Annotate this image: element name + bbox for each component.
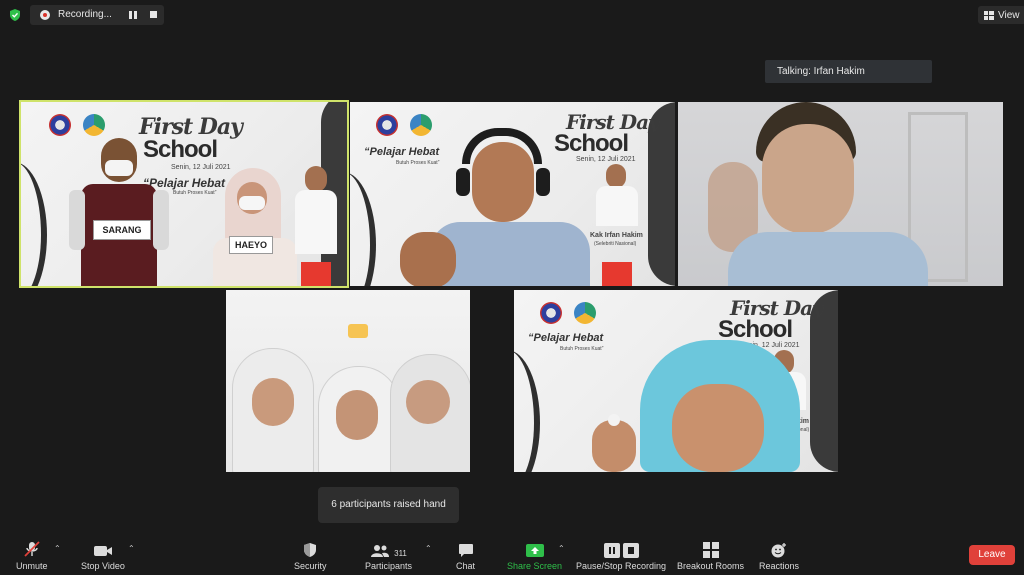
participants-count: 311 xyxy=(394,549,407,558)
stop-recording-icon[interactable] xyxy=(150,11,157,18)
host-cutout xyxy=(293,166,339,256)
stop-video-button[interactable]: Stop Video xyxy=(81,538,125,571)
participants-button[interactable]: 311 Participants xyxy=(365,538,412,571)
banner-decoration xyxy=(350,172,376,286)
participant-figure xyxy=(708,102,938,286)
unmute-label: Unmute xyxy=(16,561,48,571)
mic-muted-icon xyxy=(24,541,40,557)
participant-figure xyxy=(400,128,590,286)
pause-icon xyxy=(603,543,620,558)
school-logo xyxy=(376,114,398,136)
video-tile-participant[interactable] xyxy=(226,290,470,472)
participants-label: Participants xyxy=(365,561,413,571)
video-tile-host[interactable]: First Day School Senin, 12 Juli 2021 “Pe… xyxy=(350,102,675,286)
banner-host-role: (Selebriti Nasional) xyxy=(594,241,637,247)
pause-recording-icon[interactable] xyxy=(128,10,138,20)
chat-button[interactable]: Chat xyxy=(456,538,475,571)
reactions-icon xyxy=(771,543,787,558)
video-tile-participant[interactable]: First Day School Senin, 12 Juli 2021 “Pe… xyxy=(514,290,838,472)
stop-icon xyxy=(622,543,639,558)
banner-red-block xyxy=(301,262,331,286)
unmute-button[interactable]: Unmute xyxy=(16,538,48,571)
view-label: View xyxy=(998,9,1020,21)
view-button[interactable]: View xyxy=(978,6,1024,24)
banner-decoration xyxy=(514,350,540,472)
reactions-label: Reactions xyxy=(759,561,800,571)
pause-stop-recording-button[interactable]: Pause/Stop Recording xyxy=(576,538,666,571)
stop-video-label: Stop Video xyxy=(81,561,125,571)
participants-icon xyxy=(371,545,390,557)
banner-tagline-sub: Butuh Proses Kuat” xyxy=(560,346,604,352)
host-cutout xyxy=(596,164,638,226)
program-logo xyxy=(83,114,105,136)
recording-label: Recording... xyxy=(58,9,112,20)
reactions-button[interactable]: Reactions xyxy=(759,538,799,571)
participant-figure xyxy=(226,348,316,472)
security-shield-icon[interactable] xyxy=(8,8,22,22)
breakout-rooms-button[interactable]: Breakout Rooms xyxy=(677,538,744,571)
chat-icon xyxy=(458,544,473,557)
breakout-rooms-label: Breakout Rooms xyxy=(677,561,745,571)
chevron-up-icon[interactable]: ⌃ xyxy=(54,544,61,553)
talking-indicator: Talking: Irfan Hakim xyxy=(765,60,932,83)
sign-haeyo: HAEYO xyxy=(229,236,273,254)
share-screen-label: Share Screen xyxy=(507,561,563,571)
leave-button[interactable]: Leave xyxy=(969,545,1015,565)
pause-stop-recording-label: Pause/Stop Recording xyxy=(576,561,667,571)
banner-red-block xyxy=(602,262,632,286)
participant-figure xyxy=(207,168,303,286)
sign-sarang: SARANG xyxy=(93,220,151,240)
wall-sticker xyxy=(348,324,368,338)
participant-figure xyxy=(386,354,470,472)
share-screen-icon xyxy=(525,544,544,557)
chevron-up-icon[interactable]: ⌃ xyxy=(558,544,565,553)
security-label: Security xyxy=(294,561,327,571)
chat-label: Chat xyxy=(456,561,476,571)
school-logo xyxy=(49,114,71,136)
school-logo xyxy=(540,302,562,324)
raised-hands-tooltip: 6 participants raised hand xyxy=(318,487,459,523)
grid-view-icon xyxy=(984,10,994,20)
banner-tagline: “Pelajar Hebat xyxy=(528,332,604,344)
breakout-rooms-icon xyxy=(702,542,719,558)
chevron-up-icon[interactable]: ⌃ xyxy=(425,544,432,553)
share-screen-button[interactable]: Share Screen xyxy=(507,538,562,571)
video-tile-active-speaker[interactable]: First Day School Senin, 12 Juli 2021 “Pe… xyxy=(19,100,349,288)
video-tile-participant[interactable] xyxy=(678,102,1003,286)
participant-figure xyxy=(592,340,812,472)
banner-host-name: Kak Irfan Hakim xyxy=(590,232,643,239)
banner-decoration xyxy=(21,162,47,286)
chevron-up-icon[interactable]: ⌃ xyxy=(128,544,135,553)
participant-figure xyxy=(69,138,169,286)
video-icon xyxy=(93,546,112,556)
security-icon xyxy=(304,543,317,557)
security-button[interactable]: Security xyxy=(294,538,327,571)
program-logo xyxy=(574,302,596,324)
record-icon xyxy=(40,10,50,20)
